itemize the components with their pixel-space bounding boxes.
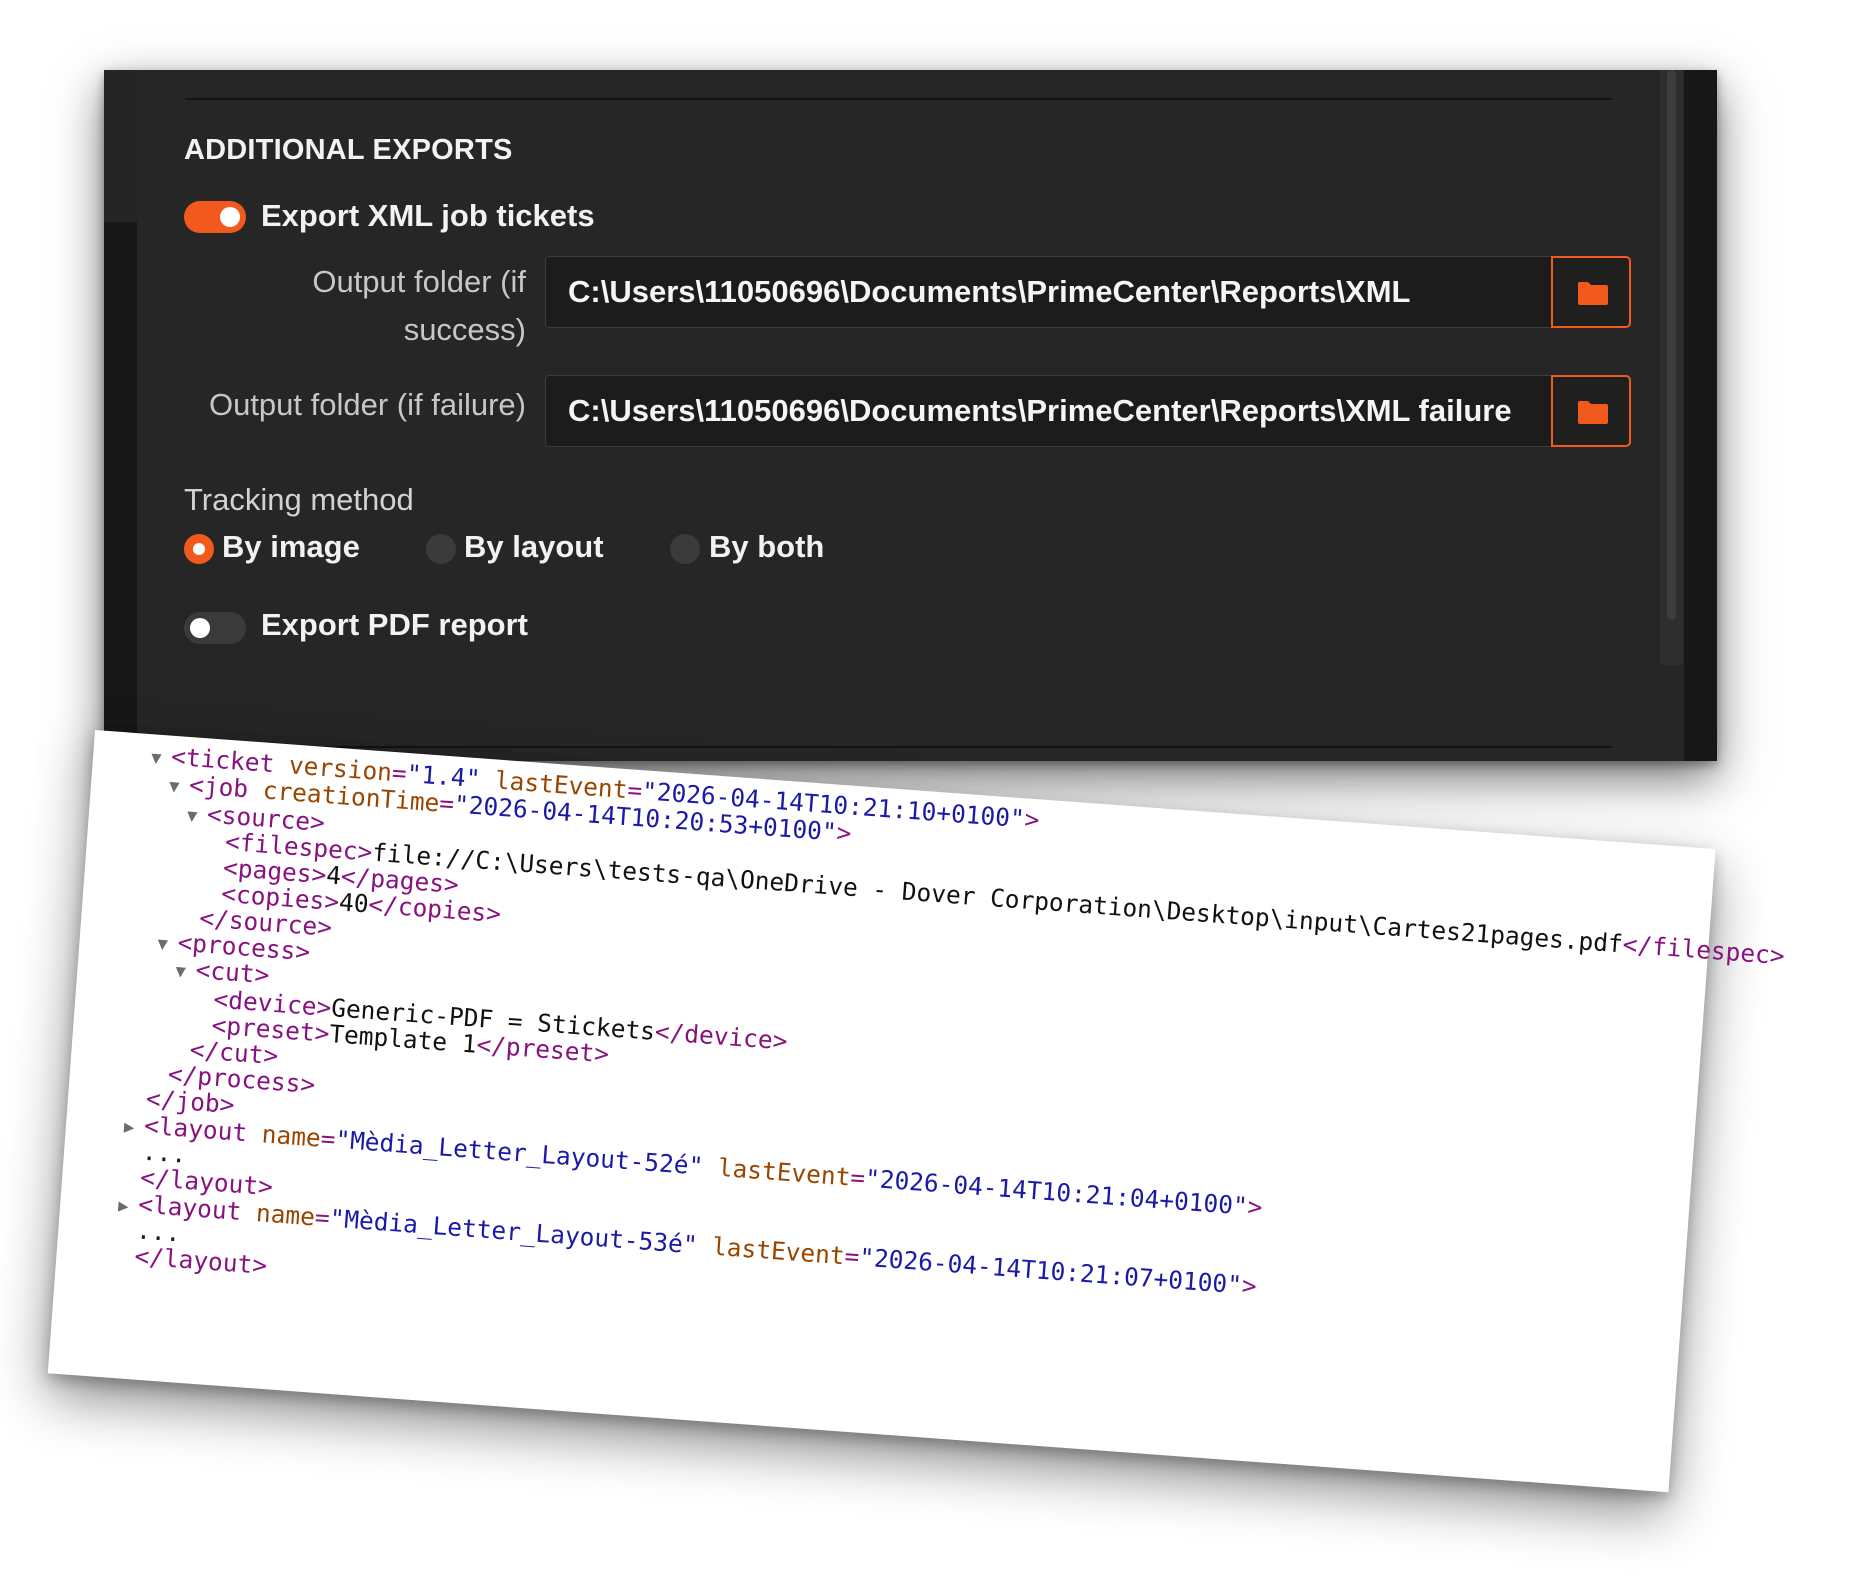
export-pdf-label: Export PDF report [261,607,528,642]
radio-label-by-both[interactable]: By both [709,529,824,565]
toggle-knob [190,618,210,638]
radio-label-by-layout[interactable]: By layout [464,529,604,565]
export-xml-label: Export XML job tickets [261,198,595,233]
panel-left-edge [104,70,137,761]
output-folder-failure-label: Output folder (if failure) [208,387,526,422]
browse-success-folder-button[interactable] [1551,256,1631,328]
scrollbar[interactable] [1660,70,1683,665]
expanded-triangle-icon[interactable]: ▼ [186,801,208,832]
scrollbar-thumb[interactable] [1667,70,1676,620]
radio-label-by-image[interactable]: By image [222,529,360,565]
export-pdf-toggle[interactable] [184,612,246,644]
expanded-triangle-icon[interactable]: ▼ [150,743,172,774]
toggle-knob [220,207,240,227]
collapsed-triangle-icon[interactable]: ▶ [123,1112,145,1143]
section-title: ADDITIONAL EXPORTS [184,134,513,166]
section-divider [185,98,1612,100]
section-divider [185,746,1612,748]
browse-failure-folder-button[interactable] [1551,375,1631,447]
expanded-triangle-icon[interactable]: ▼ [156,929,178,960]
panel-right-edge [1684,70,1717,761]
expanded-triangle-icon[interactable]: ▼ [168,772,190,803]
label-line: success) [403,312,526,347]
xml-job-ticket-preview: ▼ <ticket version="1.4" lastEvent="2026-0… [47,730,1786,1493]
radio-by-image[interactable] [184,534,214,564]
output-folder-failure-input[interactable]: C:\Users\11050696\Documents\PrimeCenter\… [545,375,1552,447]
folder-icon [1578,282,1608,305]
folder-icon [1578,401,1608,424]
output-folder-success-label: Output folder (if success) [254,258,526,354]
label-line: Output folder (if [312,264,526,299]
tracking-method-label: Tracking method [184,482,414,517]
radio-by-layout[interactable] [426,534,456,564]
additional-exports-panel: ADDITIONAL EXPORTS Export XML job ticket… [104,70,1717,761]
expanded-triangle-icon[interactable]: ▼ [174,957,196,988]
xml-layout-2-close: </layout> [133,1241,269,1280]
collapsed-triangle-icon[interactable]: ▶ [117,1191,139,1222]
export-xml-toggle[interactable] [184,201,246,233]
output-folder-success-input[interactable]: C:\Users\11050696\Documents\PrimeCenter\… [545,256,1552,328]
radio-by-both[interactable] [670,534,700,564]
